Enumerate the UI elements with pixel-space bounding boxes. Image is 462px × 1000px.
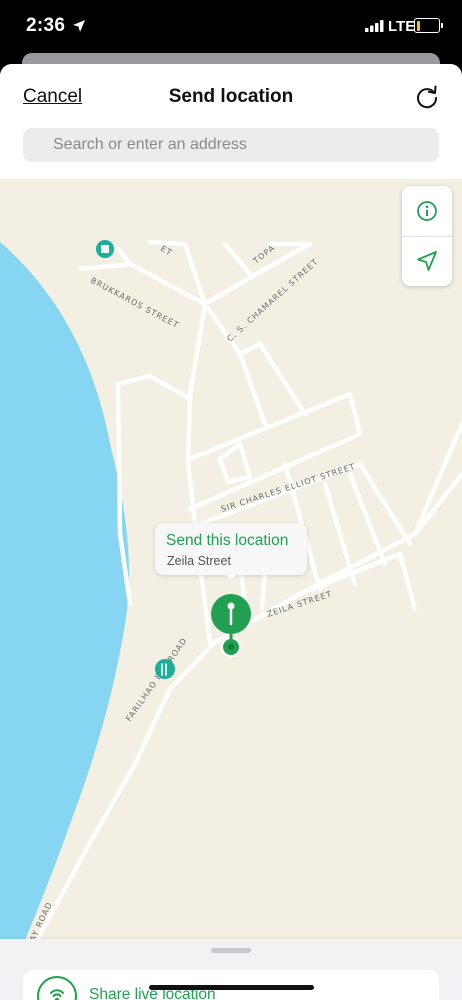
street-label-et: ET	[159, 244, 174, 258]
status-time: 2:36	[26, 15, 66, 36]
info-icon	[417, 201, 437, 221]
restaurant-poi-icon	[155, 659, 175, 679]
bottom-panel: Share live location	[0, 939, 462, 1000]
send-this-location-callout[interactable]: Send this location Zeila Street	[155, 523, 307, 581]
battery-icon	[414, 18, 440, 33]
callout-subtitle: Zeila Street	[167, 554, 231, 568]
header: Cancel Send location	[0, 64, 462, 179]
callout-tail	[224, 573, 238, 581]
info-button[interactable]	[402, 186, 452, 236]
refresh-icon[interactable]	[412, 82, 442, 112]
signal-bars-icon	[365, 20, 384, 32]
location-arrow-icon	[73, 20, 85, 32]
home-indicator[interactable]	[149, 985, 314, 990]
current-location-button[interactable]	[402, 236, 452, 286]
page-title: Send location	[168, 86, 294, 107]
sheet-grabber[interactable]	[211, 948, 251, 953]
map-controls	[402, 186, 452, 286]
sea-water	[0, 242, 130, 959]
callout-title: Send this location	[166, 532, 289, 549]
street-label-chamarel: C. S. CHAMAREL STREET	[225, 257, 320, 344]
battery-cap	[441, 23, 443, 28]
map-view[interactable]: BRUKKAROS STREET C. S. CHAMAREL STREET T…	[0, 179, 462, 959]
status-bar: 2:36 LTE	[0, 0, 462, 56]
send-location-sheet: Cancel Send location Search or enter an …	[0, 64, 462, 1000]
location-pin-icon	[211, 594, 251, 657]
live-location-icon	[37, 976, 77, 1000]
shop-poi-icon	[96, 240, 114, 258]
search-input[interactable]	[23, 128, 439, 162]
network-type: LTE	[388, 18, 416, 35]
current-location-icon	[417, 251, 437, 271]
